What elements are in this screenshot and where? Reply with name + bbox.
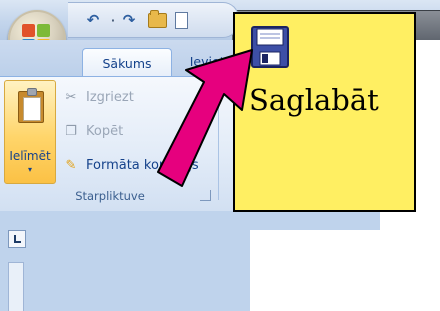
- clipboard-icon: [18, 88, 44, 123]
- format-painter-icon: ✎: [65, 157, 77, 173]
- chevron-down-icon: ▾: [27, 165, 32, 174]
- clipboard-group-label: Starpliktuve: [75, 189, 145, 203]
- paste-label: Ielīmēt: [9, 149, 51, 163]
- dialog-launcher-icon[interactable]: [200, 190, 211, 201]
- copy-icon: ❐: [65, 123, 77, 139]
- redo-icon[interactable]: ↷: [118, 9, 140, 31]
- copy-label: Kopēt: [86, 123, 124, 139]
- save-callout: Saglabāt: [233, 12, 416, 212]
- open-folder-icon[interactable]: [146, 9, 168, 31]
- paste-button[interactable]: Ielīmēt ▾: [4, 80, 56, 184]
- format-painter-label: Formāta kopētājs: [86, 157, 199, 173]
- cut-label: Izgriezt: [86, 89, 134, 105]
- copy-button[interactable]: ❐ Kopēt: [62, 120, 123, 142]
- save-floppy-icon: [251, 26, 289, 68]
- tab-selector-icon[interactable]: [8, 230, 26, 248]
- new-document-icon[interactable]: [170, 9, 192, 31]
- quick-access-toolbar: ↶ · ↷: [68, 2, 239, 38]
- cut-button[interactable]: ✂ Izgriezt: [62, 86, 134, 108]
- word-window-stage: ↶ · ↷ Sākums Ievieto Ielīmēt ▾ ✂ Izgriez…: [0, 0, 440, 311]
- scissors-icon: ✂: [65, 89, 77, 105]
- tab-sakums[interactable]: Sākums: [82, 48, 172, 78]
- vertical-ruler: [8, 262, 24, 311]
- group-divider: [218, 80, 219, 200]
- undo-icon[interactable]: ↶: [82, 9, 104, 31]
- callout-text: Saglabāt: [249, 83, 379, 117]
- format-painter-button[interactable]: ✎ Formāta kopētājs: [62, 154, 199, 176]
